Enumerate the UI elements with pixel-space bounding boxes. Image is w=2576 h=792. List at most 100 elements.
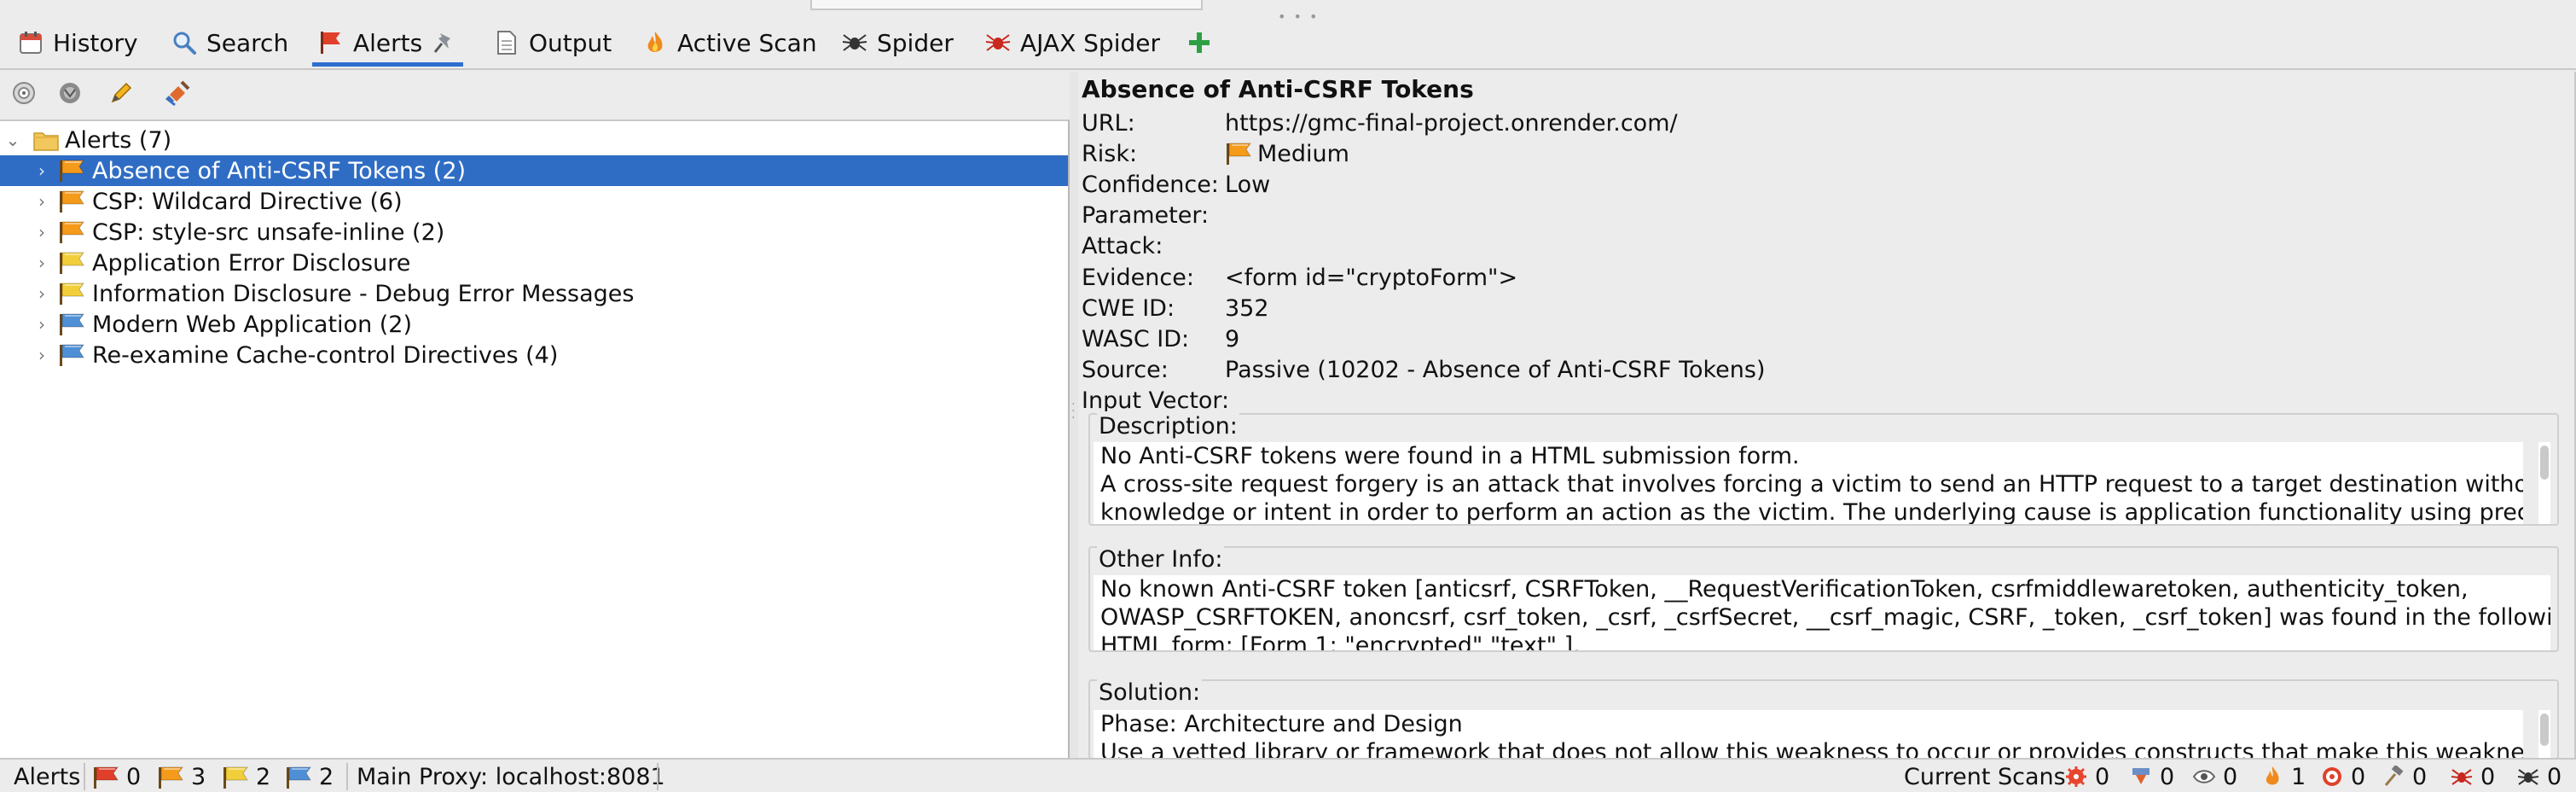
divider <box>84 763 85 790</box>
add-tab-button[interactable] <box>1186 20 1213 65</box>
detail-field-key: Source: <box>1082 357 1169 384</box>
scan-count-spider[interactable]: 0 <box>2127 761 2174 792</box>
alert-tree-item-label: Application Error Disclosure <box>92 249 411 277</box>
chevron-right-icon[interactable]: › <box>32 314 51 335</box>
detail-field: Risk: Medium <box>1082 138 1349 169</box>
chevron-right-icon[interactable]: › <box>32 345 51 365</box>
medium-alert-count[interactable]: 3 <box>157 761 206 792</box>
detail-field-value[interactable]: Medium <box>1257 141 1349 167</box>
tab-output[interactable]: Output <box>493 20 612 65</box>
other-info-section: Other Info: No known Anti-CSRF token [an… <box>1088 544 2559 652</box>
detail-field: Evidence: <form id="cryptoForm"> <box>1082 262 1517 293</box>
low-alert-count[interactable]: 2 <box>222 761 270 792</box>
count-value: 0 <box>2412 763 2428 790</box>
document-icon <box>493 29 520 56</box>
detail-field-value[interactable]: 9 <box>1225 326 1239 352</box>
chevron-right-icon[interactable]: › <box>32 191 51 212</box>
text-line: No Anti-CSRF tokens were found in a HTML… <box>1100 443 1800 469</box>
splitter-handle[interactable]: • • • <box>1278 9 1319 25</box>
flame-icon <box>2259 763 2286 790</box>
count-value: 2 <box>256 763 271 790</box>
tree-root-alerts[interactable]: ⌄ Alerts (7) <box>0 125 1068 155</box>
tab-active-scan[interactable]: Active Scan <box>641 20 817 65</box>
scan-count-active-scan[interactable]: 1 <box>2259 761 2306 792</box>
detail-field-value[interactable]: Low <box>1225 172 1270 198</box>
tree-root-label: Alerts (7) <box>65 126 172 154</box>
alert-tree-item[interactable]: › CSP: Wildcard Directive (6) <box>0 186 1068 217</box>
scan-count-active[interactable]: 0 <box>2063 761 2109 792</box>
divider <box>346 763 348 790</box>
alert-flag-icon <box>317 29 345 56</box>
solution-scrollbar[interactable] <box>2538 710 2550 758</box>
count-value: 1 <box>2291 763 2306 790</box>
alert-tree-item[interactable]: › Modern Web Application (2) <box>0 309 1068 340</box>
alert-tree-item[interactable]: › CSP: style-src unsafe-inline (2) <box>0 217 1068 248</box>
alert-tree-item[interactable]: › Application Error Disclosure <box>0 248 1068 278</box>
scroll-thumb[interactable] <box>2540 713 2549 746</box>
detail-field-key: Input Vector: <box>1082 387 1230 415</box>
text-line: HTML form: [Form 1: "encrypted" "text" ]… <box>1100 632 1581 650</box>
detail-field-value[interactable]: 352 <box>1225 295 1269 322</box>
detail-field-value[interactable]: <form id="cryptoForm"> <box>1225 265 1517 291</box>
description-text[interactable]: No Anti-CSRF tokens were found in a HTML… <box>1094 442 2523 524</box>
chevron-right-icon[interactable]: › <box>32 160 51 181</box>
detail-field-key: WASC ID: <box>1082 325 1190 352</box>
alert-detail-panel: Absence of Anti-CSRF Tokens URL: https://… <box>1078 72 2576 760</box>
splitter-grip[interactable]: · · · <box>1071 399 1075 424</box>
detail-field-value[interactable]: https://gmc-final-project.onrender.com/ <box>1225 110 1678 137</box>
other-info-text[interactable]: No known Anti-CSRF token [anticsrf, CSRF… <box>1094 575 2550 650</box>
solution-text[interactable]: Phase: Architecture and Design Use a vett… <box>1094 710 2523 758</box>
plus-icon <box>1186 29 1213 56</box>
solution-section: Solution: Phase: Architecture and Design… <box>1088 678 2559 760</box>
scan-count-ajax-spider[interactable]: 0 <box>2448 761 2495 792</box>
chevron-right-icon[interactable]: › <box>32 222 51 242</box>
scan-count-passive[interactable]: 0 <box>2190 761 2237 792</box>
high-alert-count[interactable]: 0 <box>92 761 141 792</box>
alert-tree-item[interactable]: › Re-examine Cache-control Directives (4) <box>0 340 1068 370</box>
scope-filter-button[interactable] <box>9 80 39 111</box>
detail-field-key: Risk: <box>1082 140 1138 167</box>
chevron-right-icon[interactable]: › <box>32 283 51 304</box>
alert-tree-item-label: Absence of Anti-CSRF Tokens (2) <box>92 157 467 184</box>
info-flag-icon <box>285 765 312 789</box>
tab-ajax-spider[interactable]: AJAX Spider <box>984 20 1160 65</box>
informational-risk-flag-icon <box>58 312 87 337</box>
low-risk-flag-icon <box>58 281 87 306</box>
alert-tree-item[interactable]: › Absence of Anti-CSRF Tokens (2) <box>0 155 1068 186</box>
alerts-label-text: Alerts <box>14 763 81 790</box>
alert-tree-item[interactable]: › Information Disclosure - Debug Error Me… <box>0 278 1068 309</box>
description-scrollbar[interactable] <box>2538 442 2550 524</box>
detail-field: Parameter: <box>1082 201 1225 231</box>
broom-delete-button[interactable] <box>164 80 194 111</box>
scan-count-forced-browse[interactable]: 0 <box>2380 761 2427 792</box>
current-scans-text: Current Scans <box>1904 763 2066 790</box>
upper-panel-edge <box>810 0 1203 10</box>
link-filter-button[interactable] <box>55 80 85 111</box>
tab-label: Active Scan <box>677 28 817 57</box>
description-label: Description: <box>1097 411 1239 442</box>
info-alert-count[interactable]: 2 <box>285 761 334 792</box>
tab-history[interactable]: History <box>17 20 138 65</box>
broom-icon <box>165 79 194 113</box>
detail-field-key: Attack: <box>1082 233 1163 260</box>
tab-search[interactable]: Search <box>171 20 288 65</box>
spider-icon <box>841 29 868 56</box>
alert-tree-item-label: CSP: Wildcard Directive (6) <box>92 188 403 215</box>
flame-icon <box>641 29 669 56</box>
detail-field: URL: https://gmc-final-project.onrender.c… <box>1082 108 1678 138</box>
status-alerts-label: Alerts <box>14 761 80 792</box>
chevron-right-icon[interactable]: › <box>32 253 51 273</box>
tab-spider[interactable]: Spider <box>841 20 954 65</box>
scan-count-fuzzer[interactable]: 0 <box>2318 761 2365 792</box>
chevron-down-icon[interactable]: ⌄ <box>3 130 22 150</box>
alert-title: Absence of Anti-CSRF Tokens <box>1082 75 1474 103</box>
text-line: No known Anti-CSRF token [anticsrf, CSRF… <box>1100 576 2469 603</box>
tab-alerts[interactable]: Alerts <box>311 20 464 67</box>
alert-tree-item-label: Re-examine Cache-control Directives (4) <box>92 341 559 369</box>
detail-field-value[interactable]: Passive (10202 - Absence of Anti-CSRF To… <box>1225 357 1766 383</box>
alerts-toolbar <box>0 72 1070 118</box>
scan-count-spider-traditional[interactable]: 0 <box>2515 761 2561 792</box>
pin-icon[interactable] <box>431 29 458 56</box>
scroll-thumb[interactable] <box>2540 446 2549 480</box>
edit-alert-button[interactable] <box>106 80 136 111</box>
